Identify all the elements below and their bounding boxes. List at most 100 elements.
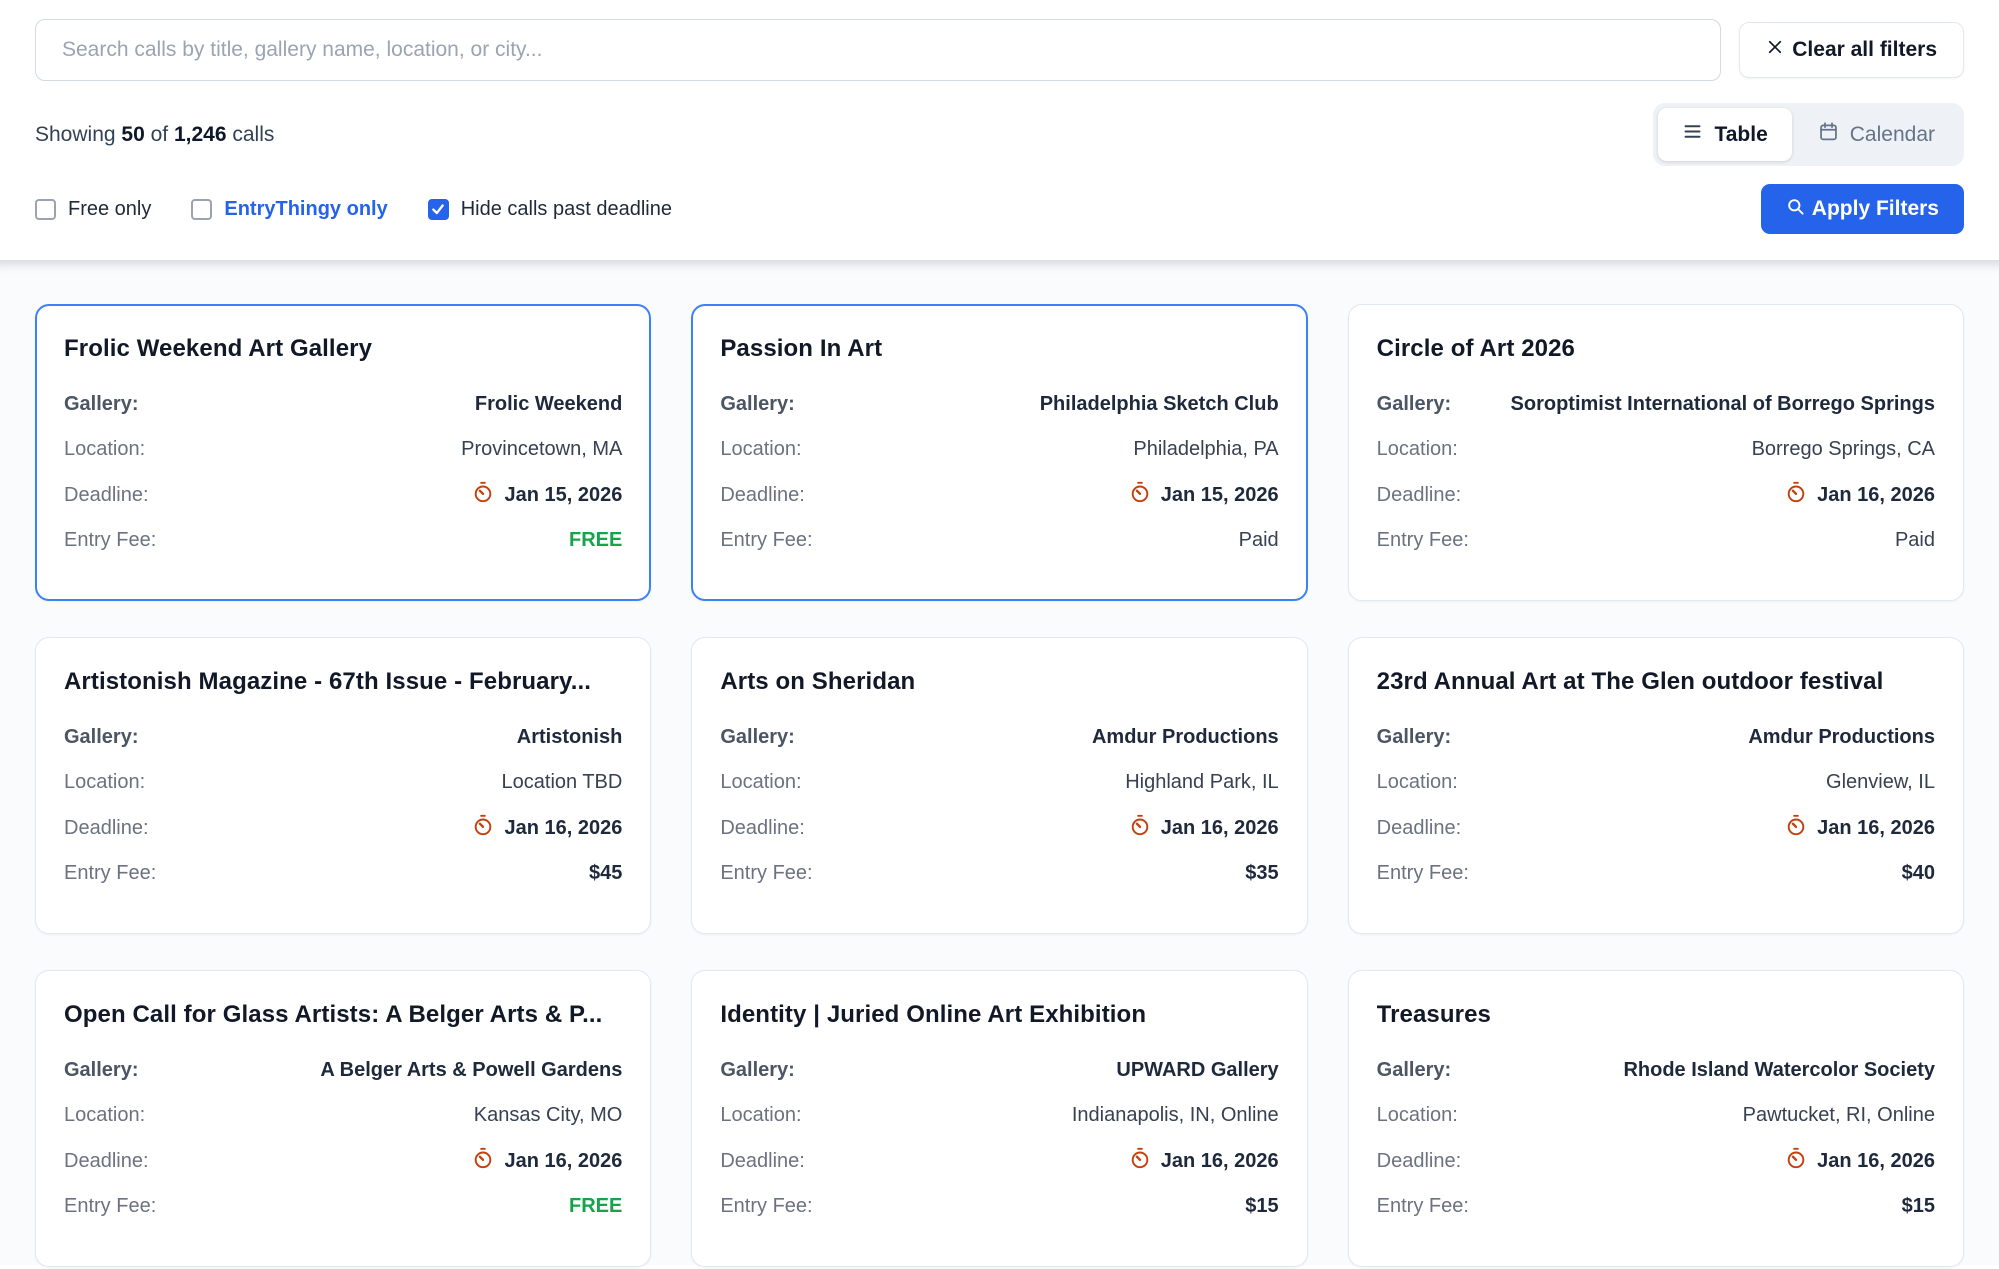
timer-icon — [1785, 481, 1807, 509]
call-card[interactable]: Frolic Weekend Art Gallery Gallery: Frol… — [35, 304, 651, 601]
deadline-row: Deadline: Jan 15, 2026 — [720, 481, 1278, 509]
deadline-value: Jan 16, 2026 — [472, 1147, 622, 1175]
gallery-label: Gallery: — [64, 393, 138, 416]
entrythingy-only-checkbox[interactable] — [191, 199, 212, 220]
gallery-value: Rhode Island Watercolor Society — [1623, 1059, 1935, 1082]
search-input[interactable] — [35, 19, 1721, 81]
calendar-view-label: Calendar — [1850, 123, 1935, 147]
clear-all-filters-button[interactable]: Clear all filters — [1739, 22, 1964, 78]
call-title: Arts on Sheridan — [720, 668, 1278, 696]
location-label: Location: — [720, 438, 801, 461]
summary-showing: Showing — [35, 123, 116, 146]
gallery-label: Gallery: — [64, 1059, 138, 1082]
call-card[interactable]: Open Call for Glass Artists: A Belger Ar… — [35, 970, 651, 1267]
deadline-date: Jan 16, 2026 — [1161, 1150, 1279, 1173]
deadline-value: Jan 16, 2026 — [1129, 1147, 1279, 1175]
results-summary: Showing 50 of 1,246 calls — [35, 123, 274, 147]
location-value: Borrego Springs, CA — [1752, 438, 1935, 461]
gallery-label: Gallery: — [720, 393, 794, 416]
list-icon — [1682, 121, 1703, 148]
cards-grid: Frolic Weekend Art Gallery Gallery: Frol… — [35, 304, 1964, 1267]
deadline-date: Jan 16, 2026 — [504, 817, 622, 840]
call-card[interactable]: Circle of Art 2026 Gallery: Soroptimist … — [1348, 304, 1964, 601]
entry-fee-value: $40 — [1902, 862, 1935, 885]
location-value: Pawtucket, RI, Online — [1743, 1104, 1935, 1127]
entry-fee-value: FREE — [569, 1195, 622, 1218]
filter-checkboxes: Free only EntryThingy only Hide calls pa… — [35, 198, 672, 221]
timer-icon — [472, 481, 494, 509]
filter-free-only[interactable]: Free only — [35, 198, 151, 221]
gallery-value: Amdur Productions — [1748, 726, 1935, 749]
timer-icon — [472, 814, 494, 842]
results-row: Showing 50 of 1,246 calls Table Calendar — [35, 103, 1964, 166]
call-title: Frolic Weekend Art Gallery — [64, 335, 622, 363]
entry-fee-row: Entry Fee: FREE — [64, 527, 622, 554]
entry-fee-row: Entry Fee: $35 — [720, 860, 1278, 887]
call-card[interactable]: Identity | Juried Online Art Exhibition … — [691, 970, 1307, 1267]
entry-fee-label: Entry Fee: — [1377, 529, 1469, 552]
gallery-label: Gallery: — [720, 1059, 794, 1082]
timer-icon — [1785, 1147, 1807, 1175]
entry-fee-row: Entry Fee: $15 — [1377, 1193, 1935, 1220]
search-icon — [1786, 197, 1805, 222]
call-card[interactable]: Arts on Sheridan Gallery: Amdur Producti… — [691, 637, 1307, 934]
deadline-date: Jan 16, 2026 — [1817, 1150, 1935, 1173]
table-view-button[interactable]: Table — [1658, 108, 1791, 161]
x-icon — [1766, 38, 1784, 62]
deadline-date: Jan 15, 2026 — [504, 484, 622, 507]
call-card[interactable]: 23rd Annual Art at The Glen outdoor fest… — [1348, 637, 1964, 934]
view-toggle: Table Calendar — [1653, 103, 1964, 166]
location-value: Provincetown, MA — [461, 438, 622, 461]
call-title: Open Call for Glass Artists: A Belger Ar… — [64, 1001, 622, 1029]
deadline-label: Deadline: — [720, 1150, 805, 1173]
free-only-checkbox[interactable] — [35, 199, 56, 220]
location-value: Indianapolis, IN, Online — [1072, 1104, 1279, 1127]
deadline-label: Deadline: — [64, 484, 149, 507]
call-title: Artistonish Magazine - 67th Issue - Febr… — [64, 668, 622, 696]
hide-past-deadline-checkbox[interactable] — [428, 199, 449, 220]
filter-hide-past-deadline[interactable]: Hide calls past deadline — [428, 198, 672, 221]
calendar-view-button[interactable]: Calendar — [1794, 108, 1959, 161]
call-card[interactable]: Artistonish Magazine - 67th Issue - Febr… — [35, 637, 651, 934]
gallery-value: A Belger Arts & Powell Gardens — [320, 1059, 622, 1082]
gallery-row: Gallery: Amdur Productions — [1377, 724, 1935, 751]
location-value: Kansas City, MO — [474, 1104, 623, 1127]
deadline-label: Deadline: — [720, 817, 805, 840]
gallery-row: Gallery: Philadelphia Sketch Club — [720, 391, 1278, 418]
gallery-label: Gallery: — [1377, 1059, 1451, 1082]
deadline-label: Deadline: — [720, 484, 805, 507]
calendar-icon — [1818, 121, 1839, 148]
gallery-row: Gallery: Rhode Island Watercolor Society — [1377, 1057, 1935, 1084]
entry-fee-row: Entry Fee: Paid — [720, 527, 1278, 554]
deadline-label: Deadline: — [64, 1150, 149, 1173]
clear-all-filters-label: Clear all filters — [1792, 38, 1937, 62]
entry-fee-label: Entry Fee: — [720, 1195, 812, 1218]
deadline-date: Jan 15, 2026 — [1161, 484, 1279, 507]
call-card[interactable]: Passion In Art Gallery: Philadelphia Ske… — [691, 304, 1307, 601]
call-card[interactable]: Treasures Gallery: Rhode Island Watercol… — [1348, 970, 1964, 1267]
deadline-date: Jan 16, 2026 — [1817, 817, 1935, 840]
gallery-value: Artistonish — [517, 726, 623, 749]
filter-entrythingy-only[interactable]: EntryThingy only — [191, 198, 387, 221]
deadline-value: Jan 16, 2026 — [472, 814, 622, 842]
location-row: Location: Kansas City, MO — [64, 1102, 622, 1129]
location-value: Glenview, IL — [1826, 771, 1935, 794]
location-label: Location: — [1377, 1104, 1458, 1127]
entry-fee-value: FREE — [569, 529, 622, 552]
gallery-label: Gallery: — [1377, 393, 1451, 416]
gallery-row: Gallery: Frolic Weekend — [64, 391, 622, 418]
timer-icon — [472, 1147, 494, 1175]
deadline-value: Jan 16, 2026 — [1785, 1147, 1935, 1175]
entry-fee-label: Entry Fee: — [64, 1195, 156, 1218]
deadline-row: Deadline: Jan 16, 2026 — [64, 1147, 622, 1175]
location-label: Location: — [64, 438, 145, 461]
entry-fee-value: Paid — [1895, 529, 1935, 552]
deadline-row: Deadline: Jan 16, 2026 — [1377, 814, 1935, 842]
entry-fee-label: Entry Fee: — [1377, 862, 1469, 885]
location-value: Philadelphia, PA — [1133, 438, 1278, 461]
deadline-date: Jan 16, 2026 — [1817, 484, 1935, 507]
location-row: Location: Pawtucket, RI, Online — [1377, 1102, 1935, 1129]
apply-filters-button[interactable]: Apply Filters — [1761, 184, 1964, 234]
deadline-value: Jan 16, 2026 — [1129, 814, 1279, 842]
apply-filters-label: Apply Filters — [1812, 197, 1939, 221]
